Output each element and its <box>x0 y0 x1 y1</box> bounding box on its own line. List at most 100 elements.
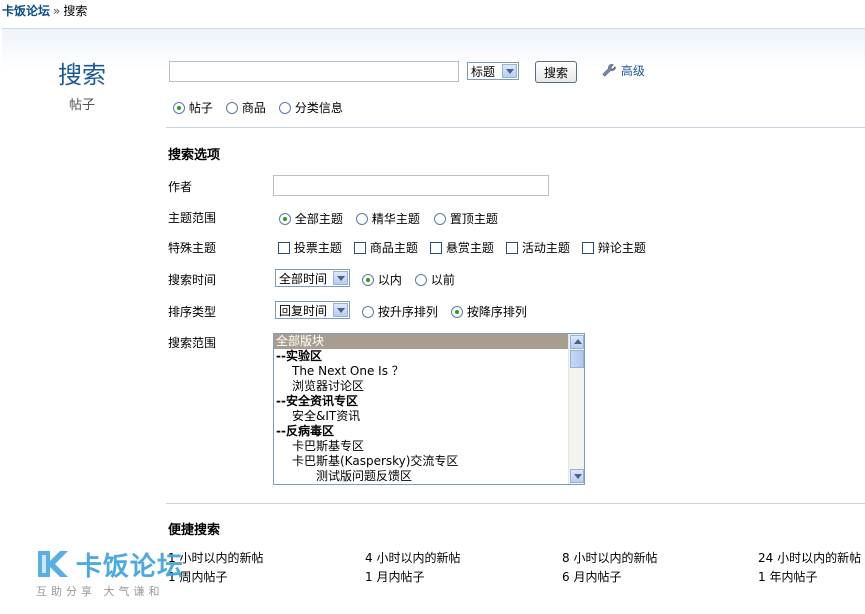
option-label: 投票主题 <box>293 241 342 255</box>
time-label: 搜索时间 <box>168 273 217 287</box>
search-type-label: 帖子 <box>188 101 213 115</box>
options-heading: 搜索选项 <box>168 148 221 163</box>
search-brand: 搜索 帖子 <box>54 60 110 113</box>
search-scope-select[interactable]: 标题 <box>467 62 519 80</box>
sort-select[interactable]: 回复时间 <box>275 301 350 319</box>
watermark-name: 卡饭论坛 <box>75 552 184 582</box>
search-button[interactable]: 搜索 <box>535 61 578 83</box>
divider <box>166 503 865 504</box>
watermark-slogan: 互助分享 大气谦和 <box>36 585 164 598</box>
radio-icon[interactable] <box>451 306 463 318</box>
scroll-down-icon[interactable] <box>570 469 584 483</box>
special-goods[interactable]: 商品主题 <box>354 239 418 256</box>
chevron-down-icon <box>333 271 348 285</box>
forum-option[interactable]: 卡巴斯基专区 <box>274 439 584 454</box>
breadcrumb-home-link[interactable]: 卡饭论坛 <box>2 4 50 18</box>
forum-listbox[interactable]: 全部版块 --实验区 The Next One Is ？ 浏览器讨论区 --安全… <box>273 333 585 485</box>
search-input[interactable] <box>169 61 459 82</box>
search-type-goods[interactable]: 商品 <box>226 99 266 116</box>
time-within[interactable]: 以内 <box>362 271 402 288</box>
forum-option[interactable]: --实验区 <box>274 349 584 364</box>
advanced-link[interactable]: 高级 <box>602 62 645 79</box>
quick-heading: 便捷搜索 <box>168 523 221 538</box>
radio-icon[interactable] <box>362 274 374 286</box>
quick-link[interactable]: 1 年内帖子 <box>758 568 817 585</box>
breadcrumb-separator: » <box>53 4 61 18</box>
option-label: 全部主题 <box>294 212 343 226</box>
sort-asc[interactable]: 按升序排列 <box>362 303 438 320</box>
quick-link[interactable]: 24 小时以内的新帖 <box>758 549 861 566</box>
breadcrumb: 卡饭论坛» 搜索 <box>2 3 87 21</box>
advanced-label: 高级 <box>620 64 645 78</box>
wrench-icon <box>602 64 616 77</box>
forum-option[interactable]: --反病毒区 <box>274 424 584 439</box>
option-label: 活动主题 <box>521 241 570 255</box>
kafan-logo-icon <box>36 549 72 581</box>
radio-icon[interactable] <box>356 213 368 225</box>
special-activity[interactable]: 活动主题 <box>506 239 570 256</box>
topic-scope-digest[interactable]: 精华主题 <box>356 210 420 227</box>
chevron-down-icon <box>333 303 348 317</box>
forum-option[interactable]: 浏览器讨论区 <box>274 379 584 394</box>
range-label: 搜索范围 <box>168 336 217 350</box>
checkbox-icon[interactable] <box>354 242 366 254</box>
search-type-label: 分类信息 <box>294 101 343 115</box>
topic-scope-sticky[interactable]: 置顶主题 <box>434 210 498 227</box>
breadcrumb-current: 搜索 <box>63 4 88 18</box>
sort-desc[interactable]: 按降序排列 <box>451 303 527 320</box>
option-label: 精华主题 <box>371 212 420 226</box>
time-select[interactable]: 全部时间 <box>275 269 350 287</box>
special-debate[interactable]: 辩论主题 <box>582 239 646 256</box>
forum-option[interactable]: --安全资讯专区 <box>274 394 584 409</box>
author-label: 作者 <box>168 180 193 194</box>
option-label: 以内 <box>377 273 402 287</box>
search-panel <box>2 28 865 614</box>
option-label: 辩论主题 <box>597 241 646 255</box>
quick-link[interactable]: 8 小时以内的新帖 <box>562 549 657 566</box>
radio-icon[interactable] <box>279 102 291 114</box>
scroll-thumb[interactable] <box>570 350 584 368</box>
listbox-scrollbar[interactable] <box>568 334 584 484</box>
radio-icon[interactable] <box>415 274 427 286</box>
page-subtitle: 帖子 <box>68 98 95 113</box>
search-type-posts[interactable]: 帖子 <box>173 99 213 116</box>
topic-scope-all[interactable]: 全部主题 <box>279 210 343 227</box>
checkbox-icon[interactable] <box>506 242 518 254</box>
forum-option[interactable]: The Next One Is ？ <box>274 364 584 379</box>
divider <box>166 127 865 128</box>
page-title: 搜索 <box>58 61 106 89</box>
option-label: 商品主题 <box>369 241 418 255</box>
radio-icon[interactable] <box>173 102 185 114</box>
quick-link[interactable]: 4 小时以内的新帖 <box>365 549 460 566</box>
search-type-classified[interactable]: 分类信息 <box>279 99 343 116</box>
forum-option[interactable]: 测试版问题反馈区 <box>274 469 584 484</box>
scroll-up-icon[interactable] <box>570 335 584 349</box>
forum-option[interactable]: 安全&IT资讯 <box>274 409 584 424</box>
radio-icon[interactable] <box>279 213 291 225</box>
search-type-label: 商品 <box>241 101 266 115</box>
quick-link[interactable]: 1 月内帖子 <box>365 568 424 585</box>
time-select-value: 全部时间 <box>279 271 328 286</box>
quick-link[interactable]: 6 月内帖子 <box>562 568 621 585</box>
option-label: 按升序排列 <box>377 305 438 319</box>
option-label: 悬赏主题 <box>445 241 494 255</box>
topic-scope-label: 主题范围 <box>168 211 217 225</box>
checkbox-icon[interactable] <box>278 242 290 254</box>
watermark: 卡饭论坛 互助分享 大气谦和 <box>36 546 184 599</box>
author-input[interactable] <box>273 175 549 196</box>
time-before[interactable]: 以前 <box>415 271 455 288</box>
radio-icon[interactable] <box>226 102 238 114</box>
chevron-down-icon <box>502 64 517 78</box>
radio-icon[interactable] <box>434 213 446 225</box>
option-label: 以前 <box>430 273 455 287</box>
option-label: 按降序排列 <box>466 305 527 319</box>
forum-option[interactable]: 全部版块 <box>274 334 584 349</box>
special-poll[interactable]: 投票主题 <box>278 239 342 256</box>
forum-option[interactable]: 卡巴斯基(Kaspersky)交流专区 <box>274 454 584 469</box>
radio-icon[interactable] <box>362 306 374 318</box>
special-reward[interactable]: 悬赏主题 <box>430 239 494 256</box>
sort-select-value: 回复时间 <box>279 303 328 318</box>
option-label: 置顶主题 <box>449 212 498 226</box>
checkbox-icon[interactable] <box>582 242 594 254</box>
checkbox-icon[interactable] <box>430 242 442 254</box>
